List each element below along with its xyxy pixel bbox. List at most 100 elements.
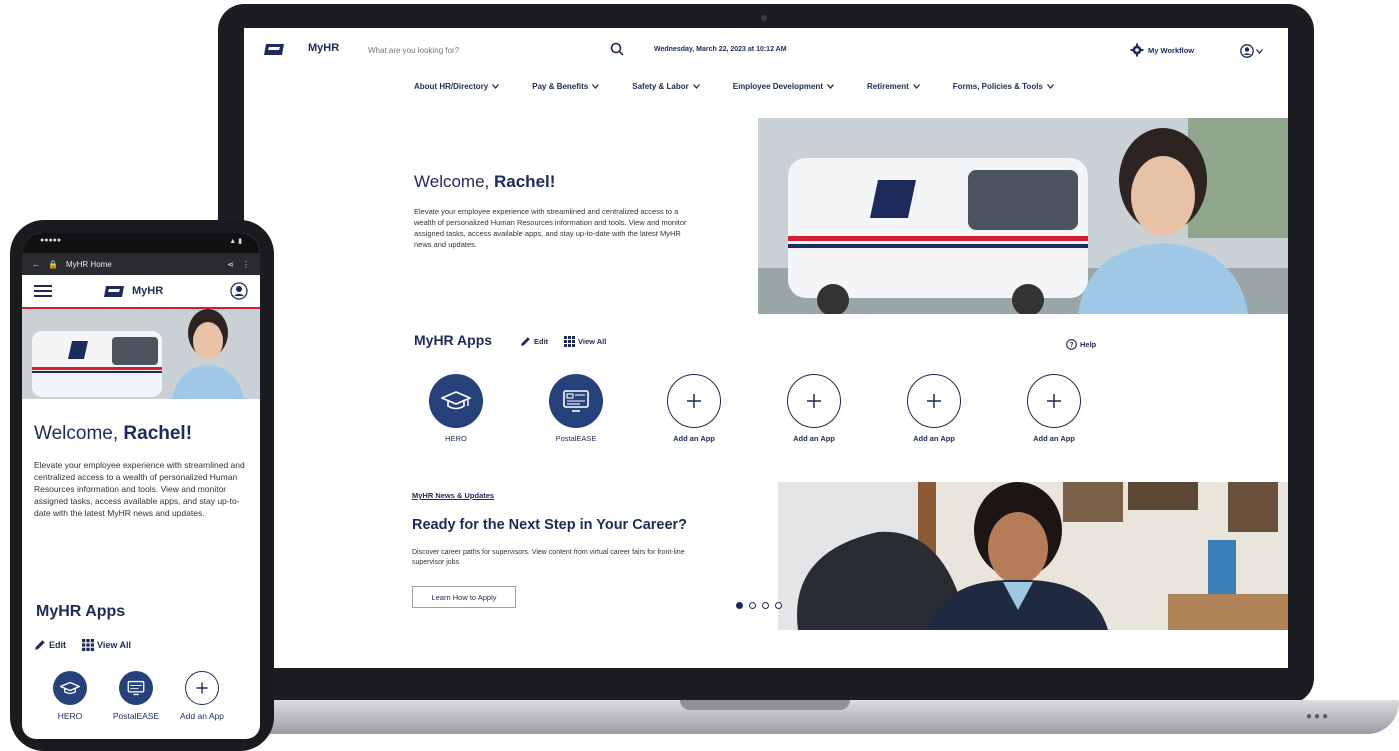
carousel-dot-3[interactable] (762, 602, 769, 609)
search-input[interactable] (368, 40, 618, 60)
edit-apps-button[interactable]: Edit (520, 336, 548, 347)
news-description: Discover career paths for supervisors. V… (412, 549, 685, 566)
chevron-down-icon (1046, 84, 1054, 89)
hamburger-menu-icon[interactable] (34, 284, 52, 298)
nav-item-label: About HR/Directory (414, 82, 489, 91)
lock-icon: 🔒 (48, 259, 58, 269)
app-label: Add an App (1033, 434, 1075, 443)
nav-item-safety-labor[interactable]: Safety & Labor (632, 82, 700, 91)
nav-item-employee-development[interactable]: Employee Development (733, 82, 834, 91)
mobile-edit-apps-button[interactable]: Edit (34, 639, 66, 651)
mobile-hero-image (22, 309, 260, 399)
account-menu-button[interactable] (1240, 44, 1263, 58)
app-label: HERO (445, 434, 467, 443)
welcome-description: Elevate your employee experience with st… (414, 207, 687, 249)
app-label: Add an App (673, 434, 715, 443)
mobile-add-app-button[interactable]: Add an App (172, 671, 232, 721)
search-icon[interactable] (610, 42, 624, 56)
chevron-down-icon (592, 84, 600, 89)
news-image (778, 482, 1288, 630)
app-label: HERO (57, 711, 83, 721)
my-workflow-label: My Workflow (1148, 45, 1195, 55)
mobile-screen: ●●●●● ▲ ▮ ← 🔒 MyHR Home ⋖ ⋮ MyHR Welcome… (22, 233, 260, 739)
app-tile-hero[interactable]: HERO (416, 374, 496, 443)
back-arrow-icon[interactable]: ← (32, 260, 40, 269)
grid-icon (82, 639, 94, 651)
gear-icon (1130, 43, 1144, 57)
app-label: PostalEASE (555, 434, 597, 443)
nav-item-forms-policies-tools[interactable]: Forms, Policies & Tools (953, 82, 1054, 91)
chevron-down-icon (912, 84, 920, 89)
nav-item-label: Employee Development (732, 82, 823, 91)
product-mockup: ●●● MyHR Wednesday, March 22, 2023 at 10… (0, 0, 1399, 751)
phone-status-bar: ●●●●● ▲ ▮ (22, 233, 260, 253)
carousel-dot-4[interactable] (775, 602, 782, 609)
app-icon-circle (429, 374, 483, 428)
app-label: Add an App (793, 434, 835, 443)
add-app-button[interactable]: Add an App (1014, 374, 1094, 443)
add-app-button[interactable]: Add an App (774, 374, 854, 443)
mobile-app-tile-postalease[interactable]: PostalEASE (106, 671, 166, 721)
mobile-header: MyHR (22, 275, 260, 309)
usps-eagle-logo-icon[interactable] (104, 284, 126, 298)
edit-label: Edit (49, 640, 66, 650)
user-avatar-icon (1240, 44, 1254, 58)
add-app-button[interactable]: Add an App (894, 374, 974, 443)
carousel-indicators (736, 602, 782, 609)
app-icon-circle (1027, 374, 1081, 428)
app-icon-circle (185, 671, 219, 705)
my-workflow-button[interactable]: My Workflow (1130, 43, 1194, 57)
more-options-icon[interactable]: ⋮ (242, 260, 250, 269)
page-url-title[interactable]: MyHR Home (66, 260, 219, 269)
app-icon-circle (549, 374, 603, 428)
add-app-button[interactable]: Add an App (654, 374, 734, 443)
desktop-screen: MyHR Wednesday, March 22, 2023 at 10:12 … (244, 28, 1288, 668)
help-label: Help (1080, 340, 1097, 349)
nav-item-retirement[interactable]: Retirement (867, 82, 920, 91)
plus-icon (687, 394, 701, 408)
user-avatar-icon[interactable] (230, 282, 248, 300)
usps-eagle-logo-icon[interactable] (264, 42, 286, 56)
app-label: Add an App (913, 434, 955, 443)
app-tile-postalease[interactable]: PostalEASE (536, 374, 616, 443)
app-icon-circle (907, 374, 961, 428)
app-icon-circle (53, 671, 87, 705)
welcome-prefix: Welcome, (34, 423, 124, 444)
plus-icon (196, 682, 208, 694)
graduation-cap-icon (441, 391, 471, 410)
help-button[interactable]: ? Help (1066, 339, 1096, 350)
chevron-down-icon (1256, 48, 1263, 54)
mobile-welcome-description: Elevate your employee experience with st… (34, 460, 245, 518)
mobile-app-tile-hero[interactable]: HERO (40, 671, 100, 721)
mobile-view-all-button[interactable]: View All (82, 639, 131, 651)
plus-icon (1047, 394, 1061, 408)
carousel-dot-1[interactable] (736, 602, 743, 609)
view-all-label: View All (97, 640, 132, 650)
mobile-apps-title: MyHR Apps (36, 603, 126, 620)
carousel-dot-2[interactable] (749, 602, 756, 609)
chevron-down-icon (492, 84, 500, 89)
monitor-form-icon (563, 390, 589, 412)
app-icon-circle (119, 671, 153, 705)
nav-item-label: Safety & Labor (632, 82, 689, 91)
graduation-cap-icon (60, 681, 80, 694)
monitor-form-icon (127, 680, 145, 696)
brand-name[interactable]: MyHR (308, 42, 339, 54)
news-updates-link[interactable]: MyHR News & Updates (412, 491, 494, 500)
nav-item-pay-benefits[interactable]: Pay & Benefits (532, 82, 600, 91)
app-icon-circle (667, 374, 721, 428)
app-icon-circle (787, 374, 841, 428)
nav-item-about-hr[interactable]: About HR/Directory (414, 82, 500, 91)
share-icon[interactable]: ⋖ (227, 260, 234, 269)
laptop-indicator: ●●● (1306, 711, 1331, 722)
nav-item-label: Pay & Benefits (532, 82, 589, 91)
top-bar: MyHR Wednesday, March 22, 2023 at 10:12 … (244, 28, 1288, 72)
mobile-brand-name[interactable]: MyHR (132, 285, 163, 297)
learn-how-to-apply-button[interactable]: Learn How to Apply (412, 586, 516, 608)
grid-icon (564, 336, 575, 347)
view-all-label: View All (578, 337, 607, 346)
welcome-heading: Welcome, Rachel! (414, 172, 555, 192)
status-right-icons: ▲ ▮ (229, 238, 242, 245)
welcome-name: Rachel! (123, 423, 193, 444)
view-all-apps-button[interactable]: View All (564, 336, 606, 347)
